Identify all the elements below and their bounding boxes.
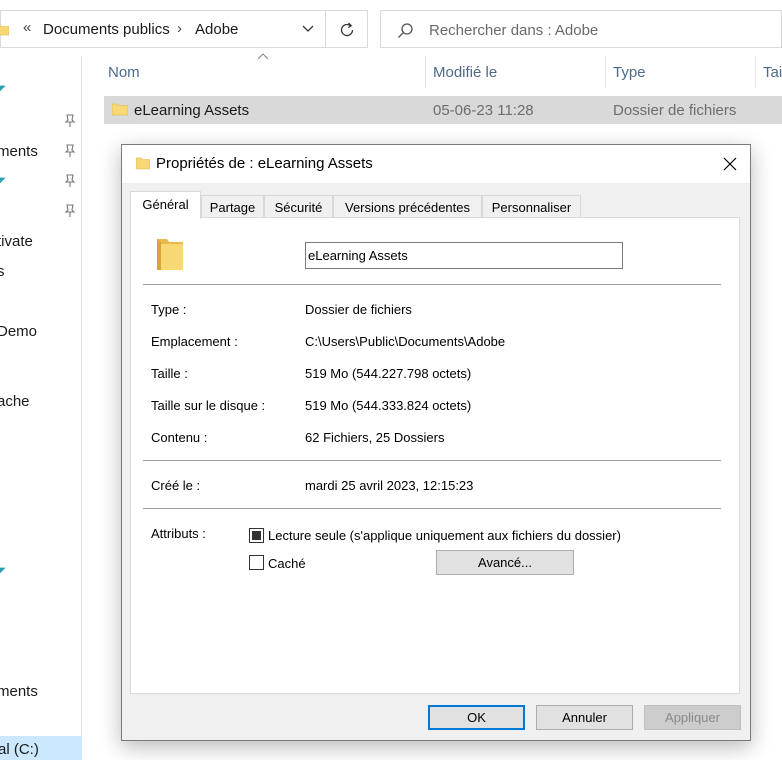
table-row[interactable]: eLearning Assets 05-06-23 11:28 Dossier …	[104, 96, 782, 124]
value-type: Dossier de fichiers	[305, 302, 412, 317]
properties-dialog[interactable]: Propriétés de : eLearning Assets Général…	[121, 144, 751, 741]
folder-icon	[0, 24, 9, 36]
column-divider[interactable]	[755, 56, 756, 88]
value-location: C:\Users\Public\Documents\Adobe	[305, 334, 506, 349]
breadcrumb-adobe[interactable]: Adobe	[195, 21, 238, 38]
tab-general[interactable]: Général	[130, 191, 201, 219]
row-name: eLearning Assets	[134, 102, 250, 119]
nav-item-documents[interactable]: ments	[0, 143, 38, 160]
cancel-button[interactable]: Annuler	[536, 705, 633, 730]
column-header-modified[interactable]: Modifié le	[433, 64, 497, 81]
divider	[143, 460, 721, 461]
close-button[interactable]	[716, 151, 744, 177]
label-location: Emplacement :	[151, 334, 238, 349]
label-contents: Contenu :	[151, 430, 208, 445]
column-header-size[interactable]: Tai	[763, 64, 782, 81]
column-divider[interactable]	[425, 56, 426, 88]
column-header-type[interactable]: Type	[613, 64, 646, 81]
tab-securite[interactable]: Sécurité	[264, 195, 333, 218]
breadcrumb-documents-publics[interactable]: Documents publics	[43, 21, 170, 38]
sort-ascending-icon	[257, 53, 269, 60]
pin-icon[interactable]	[64, 114, 76, 128]
hidden-label[interactable]: Caché	[268, 556, 306, 571]
nav-item-cache[interactable]: ache	[0, 393, 30, 410]
divider	[143, 284, 721, 285]
label-size: Taille :	[151, 366, 188, 381]
nav-drive-label: al (C:)	[0, 741, 39, 758]
folder-name-input[interactable]	[305, 242, 623, 269]
label-size-on-disk: Taille sur le disque :	[151, 398, 266, 413]
pin-icon[interactable]	[64, 204, 76, 218]
search-icon	[398, 23, 413, 38]
value-size-on-disk: 519 Mo (544.333.824 octets)	[305, 398, 472, 413]
divider	[143, 508, 721, 509]
nav-marker-icon: ◤	[0, 176, 6, 187]
navigation-pane[interactable]: ◤ ments ◤ tivate s Demo ache ◤ ments al …	[0, 56, 82, 760]
refresh-button[interactable]	[326, 10, 368, 48]
search-input[interactable]	[429, 19, 769, 41]
nav-marker-icon: ◤	[0, 84, 6, 95]
nav-item-activate[interactable]: tivate	[0, 233, 33, 250]
tab-partage[interactable]: Partage	[201, 195, 264, 218]
nav-item-documents-2[interactable]: ments	[0, 683, 38, 700]
label-created: Créé le :	[151, 478, 201, 493]
row-type: Dossier de fichiers	[613, 102, 737, 119]
nav-item-drive-c[interactable]: al (C:)	[0, 736, 82, 760]
nav-item-demo[interactable]: Demo	[0, 323, 37, 340]
value-contents: 62 Fichiers, 25 Dossiers	[305, 430, 445, 445]
breadcrumb-separator-icon[interactable]: ›	[177, 20, 182, 37]
close-icon	[723, 157, 737, 171]
refresh-icon	[340, 22, 354, 37]
folder-icon	[157, 239, 183, 270]
advanced-button[interactable]: Avancé...	[436, 550, 574, 575]
readonly-label[interactable]: Lecture seule (s'applique uniquement aux…	[268, 528, 621, 543]
address-overflow-icon[interactable]: «	[23, 19, 31, 36]
tab-personnaliser[interactable]: Personnaliser	[482, 195, 581, 218]
general-tab-panel: Type : Dossier de fichiers Emplacement :…	[130, 217, 740, 694]
dialog-titlebar[interactable]: Propriétés de : eLearning Assets	[122, 145, 750, 183]
readonly-checkbox[interactable]	[249, 528, 264, 543]
pin-icon[interactable]	[64, 144, 76, 158]
chevron-down-icon[interactable]	[301, 21, 315, 35]
tab-versions-precedentes[interactable]: Versions précédentes	[333, 195, 482, 218]
row-modified: 05-06-23 11:28	[433, 102, 534, 119]
value-size: 519 Mo (544.227.798 octets)	[305, 366, 472, 381]
folder-icon	[136, 157, 150, 170]
address-bar[interactable]: « Documents publics › Adobe	[0, 10, 326, 48]
pin-icon[interactable]	[64, 174, 76, 188]
nav-item-s[interactable]: s	[0, 263, 5, 280]
apply-button[interactable]: Appliquer	[644, 705, 741, 730]
label-type: Type :	[151, 302, 187, 317]
label-attributes: Attributs :	[151, 526, 206, 541]
column-divider[interactable]	[605, 56, 606, 88]
folder-icon	[112, 103, 128, 116]
dialog-title: Propriétés de : eLearning Assets	[156, 155, 373, 172]
ok-button[interactable]: OK	[428, 705, 525, 730]
search-box[interactable]	[380, 10, 782, 48]
column-header-name[interactable]: Nom	[108, 64, 140, 81]
hidden-checkbox[interactable]	[249, 555, 264, 570]
nav-marker-icon: ◤	[0, 566, 6, 577]
value-created: mardi 25 avril 2023, 12:15:23	[305, 478, 474, 493]
